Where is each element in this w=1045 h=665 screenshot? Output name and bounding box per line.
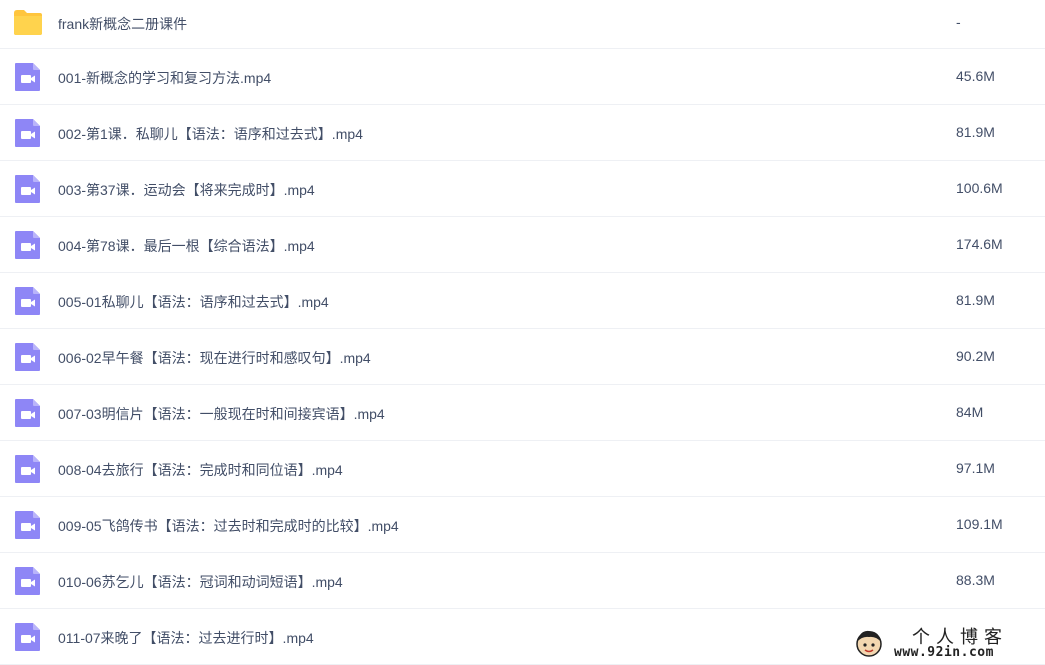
file-name[interactable]: 005-01私聊儿【语法：语序和过去式】.mp4 [58,292,329,312]
file-row[interactable]: 004-第78课．最后一根【综合语法】.mp4 174.6M [0,217,1045,273]
file-row[interactable]: 009-05飞鸽传书【语法：过去时和完成时的比较】.mp4 109.1M [0,497,1045,553]
video-file-icon [15,511,40,539]
file-name[interactable]: 003-第37课．运动会【将来完成时】.mp4 [58,180,315,200]
file-name[interactable]: 007-03明信片【语法：一般现在时和间接宾语】.mp4 [58,404,385,424]
file-row[interactable]: 005-01私聊儿【语法：语序和过去式】.mp4 81.9M [0,273,1045,329]
file-size: 90.2M [956,348,995,364]
file-row[interactable]: 008-04去旅行【语法：完成时和同位语】.mp4 97.1M [0,441,1045,497]
file-size: 45.6M [956,68,995,84]
file-name[interactable]: 004-第78课．最后一根【综合语法】.mp4 [58,236,315,256]
file-name[interactable]: 011-07来晚了【语法：过去进行时】.mp4 [58,628,314,648]
watermark: 个人博客 www.92in.com [848,622,1045,664]
video-file-icon [15,231,40,259]
file-name[interactable]: 010-06苏乞儿【语法：冠词和动词短语】.mp4 [58,572,343,592]
file-name[interactable]: 008-04去旅行【语法：完成时和同位语】.mp4 [58,460,343,480]
watermark-url: www.92in.com [894,645,994,660]
video-file-icon [15,623,40,651]
file-row[interactable]: 003-第37课．运动会【将来完成时】.mp4 100.6M [0,161,1045,217]
file-size: 88.3M [956,572,995,588]
video-file-icon [15,399,40,427]
video-file-icon [15,119,40,147]
folder-icon [14,10,42,35]
file-row[interactable]: 001-新概念的学习和复习方法.mp4 45.6M [0,49,1045,105]
file-size: 109.1M [956,516,1003,532]
file-name[interactable]: 006-02早午餐【语法：现在进行时和感叹句】.mp4 [58,348,371,368]
file-list: frank新概念二册课件 - 001-新概念的学习和复习方法.mp4 45.6M… [0,0,1045,665]
file-size: 81.9M [956,292,995,308]
file-row-folder[interactable]: frank新概念二册课件 - [0,0,1045,49]
file-size: 100.6M [956,180,1003,196]
file-row[interactable]: 007-03明信片【语法：一般现在时和间接宾语】.mp4 84M [0,385,1045,441]
file-name[interactable]: 002-第1课．私聊儿【语法：语序和过去式】.mp4 [58,124,363,144]
video-file-icon [15,63,40,91]
file-name[interactable]: 001-新概念的学习和复习方法.mp4 [58,68,271,88]
file-row[interactable]: 010-06苏乞儿【语法：冠词和动词短语】.mp4 88.3M [0,553,1045,609]
file-row[interactable]: 002-第1课．私聊儿【语法：语序和过去式】.mp4 81.9M [0,105,1045,161]
file-size: 84M [956,404,984,420]
file-row[interactable]: 006-02早午餐【语法：现在进行时和感叹句】.mp4 90.2M [0,329,1045,385]
file-name[interactable]: 009-05飞鸽传书【语法：过去时和完成时的比较】.mp4 [58,516,399,536]
file-size: 174.6M [956,236,1003,252]
video-file-icon [15,567,40,595]
file-size: 81.9M [956,124,995,140]
file-size: - [956,14,961,30]
video-file-icon [15,343,40,371]
video-file-icon [15,175,40,203]
file-name[interactable]: frank新概念二册课件 [58,14,187,34]
file-size: 97.1M [956,460,995,476]
video-file-icon [15,287,40,315]
video-file-icon [15,455,40,483]
mascot-logo-icon [856,630,882,657]
